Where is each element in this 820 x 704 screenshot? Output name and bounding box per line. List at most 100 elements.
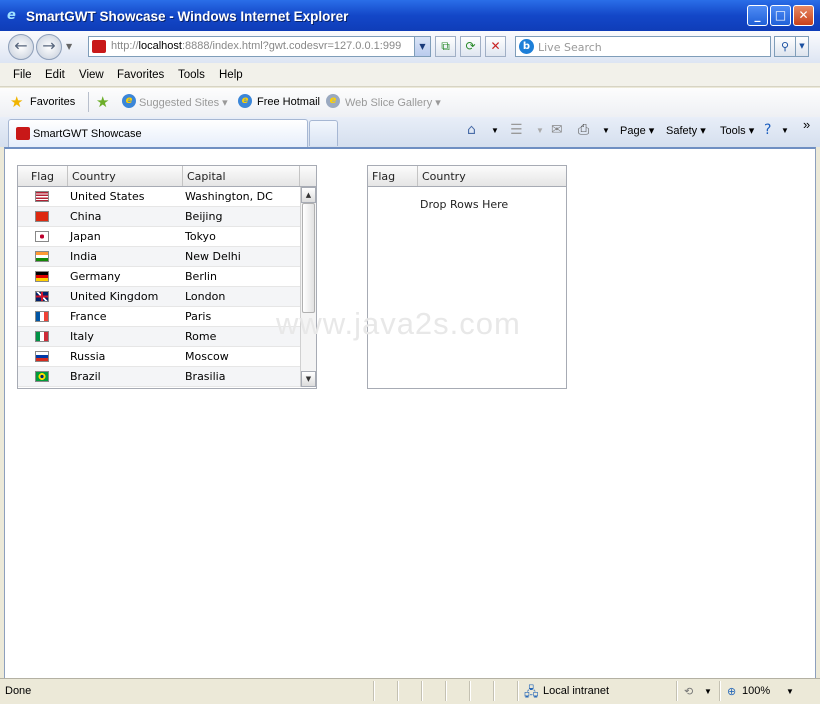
help-icon[interactable]: ? xyxy=(764,122,771,138)
tab-favicon-icon xyxy=(16,127,30,140)
feeds-icon[interactable]: ☰ xyxy=(510,122,523,138)
flag-de-icon xyxy=(35,271,49,282)
tab-row: SmartGWT Showcase ⌂ ▼ ☰ ▼ ✉ ⎙ ▼ Page ▾ S… xyxy=(0,117,820,147)
new-tab-button[interactable] xyxy=(309,120,338,146)
table-row[interactable]: China Beijing xyxy=(18,207,300,227)
flag-us-icon xyxy=(35,191,49,202)
history-dropdown-icon[interactable]: ▼ xyxy=(66,42,72,51)
feeds-dropdown-icon[interactable]: ▼ xyxy=(536,126,544,135)
security-zone-label[interactable]: Local intranet xyxy=(543,685,609,697)
add-favorite-icon[interactable]: ★ xyxy=(96,93,109,111)
header-country[interactable]: Country xyxy=(418,166,566,186)
country-cell: India xyxy=(70,250,97,263)
safety-menu-button[interactable]: Safety ▾ xyxy=(666,124,706,137)
country-cell: Germany xyxy=(70,270,121,283)
suggested-sites-link[interactable]: Suggested Sites ▾ xyxy=(139,96,228,109)
page-favicon-icon xyxy=(92,40,106,53)
menu-favorites[interactable]: Favorites xyxy=(117,69,164,81)
table-row[interactable]: India New Delhi xyxy=(18,247,300,267)
scroll-up-arrow-icon[interactable]: ▲ xyxy=(301,187,316,203)
web-slice-gallery-link[interactable]: Web Slice Gallery ▾ xyxy=(345,96,441,109)
home-dropdown-icon[interactable]: ▼ xyxy=(491,126,499,135)
search-options-icon[interactable]: ▼ xyxy=(795,36,809,57)
help-dropdown-icon[interactable]: ▼ xyxy=(781,126,789,135)
menu-view[interactable]: View xyxy=(79,69,104,81)
forward-arrow-icon: → xyxy=(42,36,56,55)
home-icon[interactable]: ⌂ xyxy=(467,122,476,138)
countries-grid: Flag Country Capital United States Washin… xyxy=(17,165,317,389)
favorites-bar: ★ Favorites ★ e Suggested Sites ▾ e Free… xyxy=(0,88,820,117)
web-slice-icon: e xyxy=(326,94,340,108)
flag-in-icon xyxy=(35,251,49,262)
print-icon[interactable]: ⎙ xyxy=(578,122,589,138)
table-row[interactable]: Brazil Brasilia xyxy=(18,367,300,387)
status-divider xyxy=(676,681,677,701)
menu-file[interactable]: File xyxy=(13,69,32,81)
table-row[interactable]: Germany Berlin xyxy=(18,267,300,287)
grid-vertical-scrollbar[interactable]: ▲ ▼ xyxy=(300,187,316,387)
flag-ru-icon xyxy=(35,351,49,362)
maximize-button[interactable]: □ xyxy=(770,5,791,26)
drop-target-grid[interactable]: Flag Country Drop Rows Here xyxy=(367,165,567,389)
scroll-down-arrow-icon[interactable]: ▼ xyxy=(301,371,316,387)
scroll-thumb[interactable] xyxy=(302,203,315,313)
favorites-button[interactable]: Favorites xyxy=(30,96,75,108)
flag-it-icon xyxy=(35,331,49,342)
search-input[interactable]: b Live Search xyxy=(515,36,771,57)
window-title: SmartGWT Showcase - Windows Internet Exp… xyxy=(26,9,349,24)
minimize-button[interactable]: _ xyxy=(747,5,768,26)
address-text[interactable]: http://localhost:8888/index.html?gwt.cod… xyxy=(111,40,411,52)
flag-cn-icon xyxy=(35,211,49,222)
free-hotmail-link[interactable]: Free Hotmail xyxy=(257,96,320,108)
status-divider xyxy=(445,681,446,701)
zoom-icon[interactable]: ⊕ xyxy=(727,685,736,698)
header-country[interactable]: Country xyxy=(68,166,183,186)
header-flag[interactable]: Flag xyxy=(368,166,418,186)
close-window-button[interactable]: ✕ xyxy=(793,5,814,26)
capital-cell: London xyxy=(185,290,226,303)
protected-mode-icon[interactable]: ⟲ xyxy=(684,685,693,698)
stop-icon[interactable]: ✕ xyxy=(485,36,506,57)
table-row[interactable]: France Paris xyxy=(18,307,300,327)
tools-menu-button[interactable]: Tools ▾ xyxy=(720,124,754,137)
table-row[interactable]: Russia Moscow xyxy=(18,347,300,367)
table-row[interactable]: United Kingdom London xyxy=(18,287,300,307)
zoom-dropdown-icon[interactable]: ▼ xyxy=(786,687,794,696)
menu-help[interactable]: Help xyxy=(219,69,243,81)
title-bar: e SmartGWT Showcase - Windows Internet E… xyxy=(0,0,820,31)
header-capital[interactable]: Capital xyxy=(183,166,300,186)
forward-button[interactable]: → xyxy=(36,34,62,60)
menu-edit[interactable]: Edit xyxy=(45,69,65,81)
country-cell: Brazil xyxy=(70,370,101,383)
status-divider xyxy=(373,681,374,701)
back-arrow-icon: ← xyxy=(14,36,28,55)
magnifier-icon: ⚲ xyxy=(780,40,790,53)
search-button[interactable]: ⚲ xyxy=(774,36,796,57)
back-button[interactable]: ← xyxy=(8,34,34,60)
page-menu-button[interactable]: Page ▾ xyxy=(620,124,654,137)
mail-icon[interactable]: ✉ xyxy=(551,122,563,138)
table-row[interactable]: Italy Rome xyxy=(18,327,300,347)
country-cell: Russia xyxy=(70,350,106,363)
country-cell: China xyxy=(70,210,102,223)
more-commands-chevron-icon[interactable]: » xyxy=(803,117,810,132)
country-cell: Italy xyxy=(70,330,94,343)
compatibility-view-icon[interactable]: ⧉ xyxy=(435,36,456,57)
zoom-level[interactable]: 100% xyxy=(742,685,770,697)
refresh-icon[interactable]: ⟳ xyxy=(460,36,481,57)
table-row[interactable]: Japan Tokyo xyxy=(18,227,300,247)
address-field[interactable]: http://localhost:8888/index.html?gwt.cod… xyxy=(88,36,431,57)
flag-gb-icon xyxy=(35,291,49,302)
grid-header: Flag Country xyxy=(368,166,566,187)
status-divider xyxy=(719,681,720,701)
tab-smartgwt-showcase[interactable]: SmartGWT Showcase xyxy=(8,119,308,147)
protected-mode-dropdown-icon[interactable]: ▼ xyxy=(704,687,712,696)
print-dropdown-icon[interactable]: ▼ xyxy=(602,126,610,135)
header-flag[interactable]: Flag xyxy=(18,166,68,186)
favorites-star-icon: ★ xyxy=(10,93,24,111)
menu-tools[interactable]: Tools xyxy=(178,69,205,81)
address-dropdown-icon[interactable]: ▼ xyxy=(414,37,430,56)
menu-bar: File Edit View Favorites Tools Help xyxy=(0,63,820,87)
hotmail-icon: e xyxy=(238,94,252,108)
table-row[interactable]: United States Washington, DC xyxy=(18,187,300,207)
